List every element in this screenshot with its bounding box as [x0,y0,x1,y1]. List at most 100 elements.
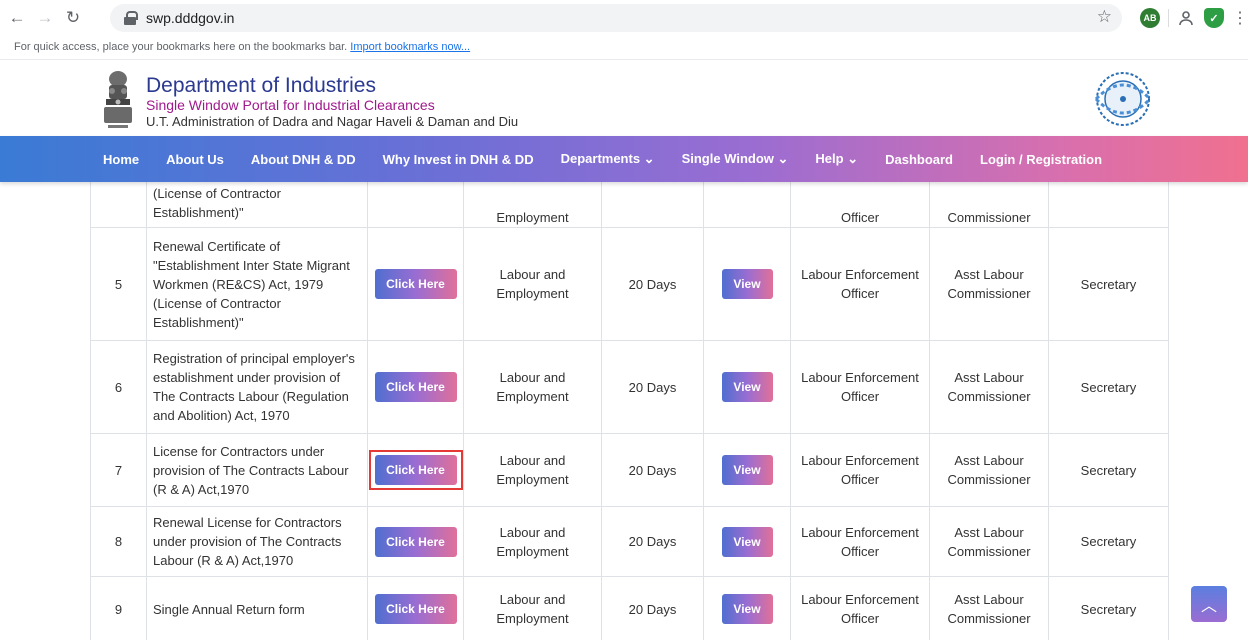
secretary-cell: Secretary [1048,340,1169,434]
nav-login-registration[interactable]: Login / Registration [980,152,1102,167]
adblock-extension-icon[interactable]: AB [1140,8,1160,28]
view-cell: View [703,227,791,341]
portal-subtitle: Single Window Portal for Industrial Clea… [146,97,435,113]
commissioner-cell: Asst Labour Commissioner [929,576,1049,640]
apply-cell: Click Here [367,340,464,434]
officer-cell: Officer [790,182,930,228]
reload-icon[interactable]: ↻ [62,7,84,29]
apply-cell: Click Here [367,227,464,341]
nav-single-window[interactable]: Single Window ⌄ [682,151,789,167]
toolbar-divider [1168,9,1169,27]
click-here-button[interactable]: Click Here [374,269,457,299]
site-header: Department of Industries Single Window P… [0,61,1248,136]
department-cell: Labour and Employment [463,433,602,507]
commissioner-cell: Asst Labour Commissioner [929,340,1049,434]
apply-cell: Click Here [367,576,464,640]
scroll-to-top-button[interactable]: ︿ [1191,586,1227,622]
profile-icon[interactable] [1176,8,1196,28]
days-cell: 20 Days [601,227,704,341]
address-bar[interactable]: swp.dddgov.in ☆ [110,4,1122,32]
officer-cell: Labour Enforcement Officer [790,506,930,577]
click-here-button[interactable]: Click Here [374,594,457,624]
table-row: 7 License for Contractors under provisio… [90,433,1169,507]
secretary-cell: Secretary [1048,227,1169,341]
department-cell: Labour and Employment [463,227,602,341]
table-row: 5 Renewal Certificate of "Establishment … [90,227,1169,341]
service-name: Single Annual Return form [146,576,368,640]
secretary-cell: Secretary [1048,433,1169,507]
bookmark-star-icon[interactable]: ☆ [1097,7,1112,27]
administration-text: U.T. Administration of Dadra and Nagar H… [146,114,519,129]
secretary-cell [1048,182,1169,228]
view-cell: View [703,576,791,640]
browser-toolbar: ← → ↻ swp.dddgov.in ☆ AB ✓ ⋮ [0,0,1248,36]
nav-about-dnh-dd[interactable]: About DNH & DD [251,152,356,167]
lock-icon[interactable] [124,11,138,25]
row-number: 5 [90,227,147,341]
view-button[interactable]: View [721,269,773,299]
click-here-button[interactable]: Click Here [374,526,457,557]
highlight-box: Click Here [368,450,463,490]
officer-cell: Labour Enforcement Officer [790,340,930,434]
click-here-button[interactable]: Click Here [374,455,457,485]
service-name: Renewal License for Contractors under pr… [146,506,368,577]
nav-why-invest[interactable]: Why Invest in DNH & DD [383,152,534,167]
table-row-partial: (License of Contractor Establishment)" E… [90,182,1169,228]
apply-cell: Click Here [367,506,464,577]
days-cell: 20 Days [601,433,704,507]
row-number [90,182,147,228]
nav-departments[interactable]: Departments ⌄ [561,151,655,167]
services-table-container: (License of Contractor Establishment)" E… [90,182,1169,640]
chevron-up-icon: ︿ [1200,598,1217,615]
services-table: (License of Contractor Establishment)" E… [90,182,1169,640]
days-cell: 20 Days [601,340,704,434]
days-cell [601,182,704,228]
back-icon[interactable]: ← [6,7,28,29]
url-text: swp.dddgov.in [146,10,235,26]
forward-icon[interactable]: → [34,7,56,29]
service-name: License for Contractors under provision … [146,433,368,507]
department-cell: Labour and Employment [463,340,602,434]
main-navbar: Home About Us About DNH & DD Why Invest … [0,136,1248,182]
bookmarks-hint: For quick access, place your bookmarks h… [14,41,348,53]
days-cell: 20 Days [601,506,704,577]
click-here-button[interactable]: Click Here [374,372,457,402]
row-number: 9 [90,576,147,640]
browser-menu-icon[interactable]: ⋮ [1232,8,1248,28]
commissioner-cell: Asst Labour Commissioner [929,227,1049,341]
secretary-cell: Secretary [1048,576,1169,640]
department-title: Department of Industries [146,74,376,97]
view-button[interactable]: View [721,594,773,624]
service-name: (License of Contractor Establishment)" [146,182,368,228]
bookmarks-bar: For quick access, place your bookmarks h… [0,36,1248,60]
secretary-cell: Secretary [1048,506,1169,577]
import-bookmarks-link[interactable]: Import bookmarks now... [350,41,470,53]
apply-cell [367,182,464,228]
department-cell: Labour and Employment [463,576,602,640]
row-number: 8 [90,506,147,577]
nav-about-us[interactable]: About Us [166,152,224,167]
table-row: 6 Registration of principal employer's e… [90,340,1169,434]
view-button[interactable]: View [721,526,773,557]
department-cell: Labour and Employment [463,506,602,577]
national-emblem-logo [104,71,132,128]
days-cell: 20 Days [601,576,704,640]
officer-cell: Labour Enforcement Officer [790,227,930,341]
view-button[interactable]: View [721,372,773,402]
view-cell: View [703,340,791,434]
commissioner-cell: Asst Labour Commissioner [929,433,1049,507]
service-name: Renewal Certificate of "Establishment In… [146,227,368,341]
shield-extension-icon[interactable]: ✓ [1204,8,1224,28]
table-row: 8 Renewal License for Contractors under … [90,506,1169,577]
table-row: 9 Single Annual Return form Click Here L… [90,576,1169,640]
view-cell [703,182,791,228]
nav-dashboard[interactable]: Dashboard [885,152,953,167]
nav-help[interactable]: Help ⌄ [815,151,858,167]
commissioner-cell: Commissioner [929,182,1049,228]
view-cell: View [703,433,791,507]
view-button[interactable]: View [721,455,773,485]
row-number: 6 [90,340,147,434]
view-cell: View [703,506,791,577]
dnh-dd-seal-logo [1094,72,1152,126]
nav-home[interactable]: Home [103,152,139,167]
